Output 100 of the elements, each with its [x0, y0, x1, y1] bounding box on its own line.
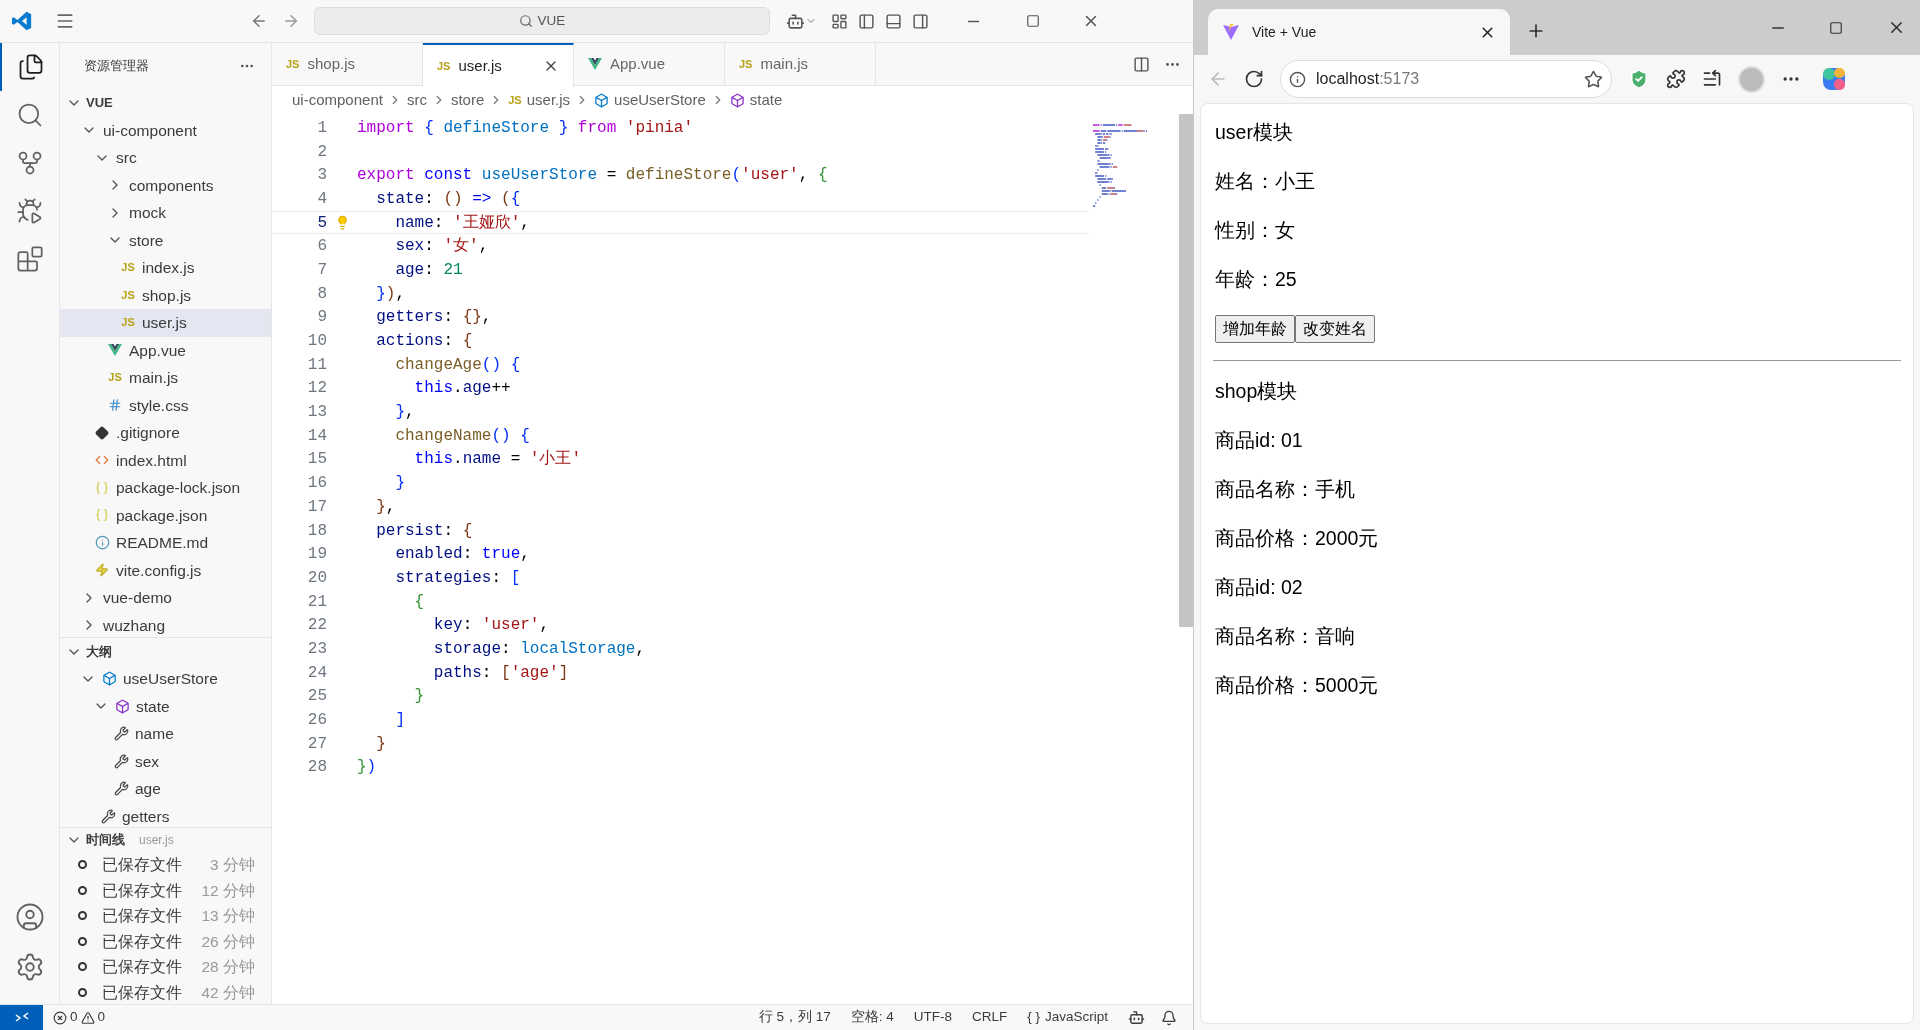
extensions-icon[interactable] [1666, 69, 1686, 89]
breadcrumb[interactable]: JS user.js [508, 88, 571, 112]
remote-icon [14, 1010, 29, 1025]
extensions-icon[interactable] [15, 245, 44, 273]
notifications-icon[interactable] [1161, 1009, 1177, 1026]
tree-item[interactable]: index.html [60, 446, 271, 474]
menu-icon[interactable] [55, 11, 75, 31]
cursor-position[interactable]: 行 5，列 17 [758, 1007, 831, 1028]
editor-tab[interactable]: App.vue [574, 43, 725, 85]
maximize-icon[interactable] [1026, 14, 1040, 28]
copilot-icon[interactable] [786, 11, 805, 31]
tree-item[interactable]: JS user.js [60, 309, 271, 337]
account-icon[interactable] [14, 902, 45, 932]
lightning-icon [95, 563, 109, 578]
remote-button[interactable] [0, 1005, 43, 1030]
breadcrumb[interactable]: ui-component [292, 88, 383, 112]
timeline-entry[interactable]: 已保存文件 26 分钟 [60, 928, 271, 954]
shield-check-icon[interactable] [1628, 68, 1650, 90]
language-mode[interactable]: { } JavaScript [1027, 1007, 1108, 1028]
js-icon: JS [121, 317, 135, 329]
tree-item[interactable]: components [60, 171, 271, 199]
split-editor-icon[interactable] [1133, 55, 1150, 73]
outline-item[interactable]: name [60, 720, 271, 748]
tree-item[interactable]: ui-component [60, 116, 271, 144]
outline-item[interactable]: useUserStore [60, 665, 271, 693]
address-bar[interactable]: localhost:5173 [1280, 60, 1612, 98]
outline-item[interactable]: state [60, 692, 271, 720]
tree-item[interactable]: style.css [60, 391, 271, 419]
encoding[interactable]: UTF-8 [913, 1007, 952, 1028]
forward-icon[interactable] [282, 12, 300, 30]
tree-item[interactable]: README.md [60, 529, 271, 557]
page-button[interactable]: 增加年龄 [1215, 315, 1295, 343]
layout-icon[interactable] [831, 12, 848, 30]
page-button[interactable]: 改变姓名 [1295, 315, 1375, 343]
tree-item[interactable]: package-lock.json [60, 474, 271, 502]
run-debug-icon[interactable] [15, 197, 44, 225]
maximize-icon[interactable] [1829, 20, 1843, 35]
line-number: 17 [307, 497, 327, 516]
favorites-icon[interactable] [1702, 69, 1722, 89]
js-icon: JS [286, 58, 300, 70]
tree-item[interactable]: vite.config.js [60, 556, 271, 584]
tree-item[interactable]: JS index.js [60, 254, 271, 282]
scrollbar-thumb[interactable] [1179, 114, 1193, 627]
code-line: }), [375, 283, 406, 305]
hash-icon [108, 398, 122, 413]
code-line: storage: localStorage, [432, 638, 646, 660]
timeline-entry[interactable]: 已保存文件 28 分钟 [60, 954, 271, 980]
braces-icon: { } [1027, 1007, 1040, 1028]
browser-tab[interactable]: Vite + Vue [1208, 9, 1510, 55]
line-number: 12 [307, 379, 327, 398]
code-line: actions: { [375, 331, 473, 353]
tree-item[interactable]: mock [60, 199, 271, 227]
code-line: changeAge() { [394, 354, 521, 376]
timeline-entry[interactable]: 已保存文件 12 分钟 [60, 877, 271, 903]
command-search-field[interactable]: VUE [314, 7, 770, 35]
back-icon[interactable] [250, 12, 268, 30]
outline-item[interactable]: sex [60, 747, 271, 775]
reload-icon[interactable] [1244, 69, 1264, 89]
code-line: export const useUserStore = defineStore('user', { [357, 165, 828, 187]
tree-item[interactable]: vue-demo [60, 584, 271, 612]
tree-item[interactable]: store [60, 226, 271, 254]
code-line: key: 'user', [432, 615, 550, 637]
tree-item[interactable]: .gitignore [60, 419, 271, 447]
panel-toggle-icon[interactable] [885, 12, 902, 30]
breadcrumb[interactable]: src [406, 88, 427, 112]
editor-tab[interactable]: JS main.js [725, 43, 876, 85]
copilot-logo-icon[interactable] [1821, 66, 1847, 92]
breadcrumb[interactable]: store [450, 88, 485, 112]
favorite-star-icon[interactable] [1584, 69, 1603, 89]
problems-button[interactable]: 0 0 [53, 1007, 106, 1028]
tree-item[interactable]: JS shop.js [60, 281, 271, 309]
panel-title: 资源管理器 [84, 57, 149, 76]
line-ending[interactable]: CRLF [971, 1007, 1008, 1028]
tree-item[interactable]: JS main.js [60, 364, 271, 392]
line-number: 8 [317, 284, 327, 303]
breadcrumb[interactable]: state [729, 88, 783, 112]
editor-tab[interactable]: JS user.js [423, 43, 574, 87]
code-line: name: '王娅欣', [394, 212, 530, 234]
timeline-entry[interactable]: 已保存文件 42 分钟 [60, 979, 271, 1004]
code-line: } [413, 686, 425, 708]
tree-item[interactable]: src [60, 144, 271, 172]
outline-item[interactable]: age [60, 775, 271, 803]
sidebar-toggle-icon[interactable] [858, 12, 875, 30]
section-header[interactable]: VUE [60, 89, 271, 117]
line-number: 16 [307, 474, 327, 493]
breadcrumb[interactable]: useUserStore [594, 88, 706, 112]
copilot-icon[interactable] [1128, 1009, 1145, 1026]
section-header[interactable]: 时间线 user.js [60, 828, 271, 852]
tree-item[interactable]: package.json [60, 501, 271, 529]
tree-item[interactable]: App.vue [60, 336, 271, 364]
code-line: } [375, 733, 386, 755]
outline-item[interactable]: getters [60, 802, 271, 827]
timeline-entry[interactable]: 已保存文件 13 分钟 [60, 903, 271, 929]
tree-item[interactable]: wuzhang [60, 611, 271, 637]
code-line: } [394, 473, 405, 495]
indentation[interactable]: 空格: 4 [850, 1007, 894, 1028]
timeline-entry[interactable]: 已保存文件 3 分钟 [60, 852, 271, 878]
secondary-sidebar-icon[interactable] [912, 12, 929, 30]
wrench-icon [101, 808, 116, 824]
section-header[interactable]: 大纲 [60, 638, 271, 665]
